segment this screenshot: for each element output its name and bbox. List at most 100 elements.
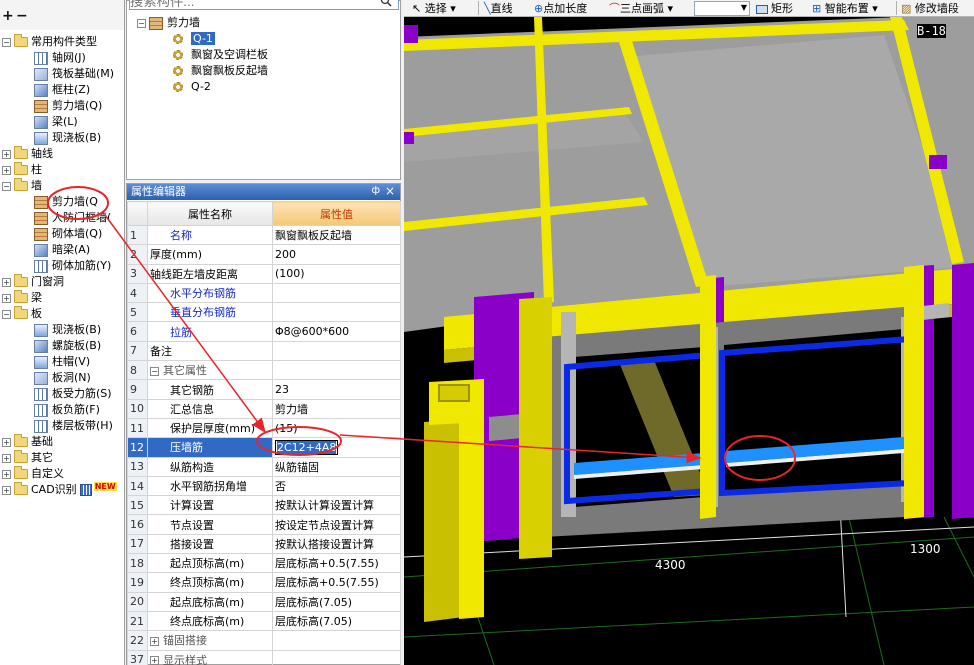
tree-item-spiral-slab[interactable]: 螺旋板(B) — [34, 338, 101, 354]
property-value[interactable]: 飘窗飘板反起墙 — [272, 224, 401, 246]
expand-icon[interactable]: + — [2, 293, 11, 303]
property-row[interactable]: 16 节点设置 按设定节点设置计算 — [127, 514, 401, 535]
property-value[interactable]: 剪力墙 — [272, 398, 401, 419]
tree-item-beam[interactable]: 梁(L) — [34, 114, 78, 130]
property-value[interactable] — [272, 340, 401, 362]
tree-item-grid[interactable]: 轴网(J) — [34, 50, 86, 66]
property-value[interactable]: 层底标高+0.5(7.55) — [272, 553, 401, 574]
tree-item-raft[interactable]: 筏板基础(M) — [34, 66, 114, 82]
property-value[interactable]: 纵筋锚固 — [272, 456, 401, 477]
tree-node-other[interactable]: + 其它 — [2, 450, 53, 466]
expand-icon[interactable]: + — [150, 656, 159, 665]
select-tool[interactable]: ↖ 选择 ▾ — [412, 1, 456, 16]
tree-node-custom[interactable]: + 自定义 — [2, 466, 64, 482]
property-row[interactable]: 18 起点顶标高(m) 层底标高+0.5(7.55) — [127, 553, 401, 574]
modify-wall-segment-tool[interactable]: ▨ 修改墙段 — [901, 1, 959, 16]
tree-item-slab-strip[interactable]: 楼层板带(H) — [34, 418, 113, 434]
close-icon[interactable]: × — [385, 184, 395, 198]
component-item-q1[interactable]: Q-1 — [173, 31, 215, 47]
property-value[interactable]: 200 — [272, 244, 401, 265]
property-value[interactable]: 否 — [272, 475, 401, 497]
property-row[interactable]: 14 水平钢筋拐角增 否 — [127, 475, 401, 497]
collapse-all-button[interactable]: − — [16, 9, 28, 23]
property-value[interactable] — [272, 360, 401, 381]
expand-all-button[interactable]: + — [2, 9, 14, 23]
tree-node-column[interactable]: + 柱 — [2, 162, 42, 178]
tree-item-cast-slab-2[interactable]: 现浇板(B) — [34, 322, 101, 338]
expand-icon[interactable]: + — [2, 453, 11, 463]
collapse-icon[interactable]: − — [2, 37, 11, 47]
property-row[interactable]: 37 + 显示样式 — [127, 649, 401, 665]
tree-node-slab[interactable]: − 板 — [2, 306, 42, 322]
tree-item-column-cap[interactable]: 柱帽(V) — [34, 354, 90, 370]
property-value[interactable]: 层底标高+0.5(7.55) — [272, 572, 401, 593]
property-value[interactable]: 2C12+4A8 — [272, 437, 401, 458]
property-row[interactable]: 8− 其它属性 — [127, 360, 401, 381]
property-value[interactable]: 层底标高(7.05) — [272, 610, 401, 632]
component-item-q2[interactable]: Q-2 — [173, 79, 211, 95]
collapse-icon[interactable]: − — [2, 309, 11, 319]
property-row[interactable]: 21 终点底标高(m) 层底标高(7.05) — [127, 610, 401, 632]
property-row[interactable]: 11 保护层厚度(mm) (15) — [127, 417, 401, 439]
property-value[interactable]: (15) — [272, 417, 401, 439]
search-icon[interactable] — [380, 0, 392, 7]
expand-icon[interactable]: + — [2, 165, 11, 175]
collapse-icon[interactable]: − — [137, 18, 146, 28]
component-search-input[interactable] — [129, 0, 399, 10]
expand-icon[interactable]: + — [2, 149, 11, 159]
component-root-shear-wall[interactable]: − 剪力墙 — [137, 15, 200, 31]
tree-item-slab-hole[interactable]: 板洞(N) — [34, 370, 91, 386]
property-row[interactable]: 12 压墙筋 2C12+4A8 — [127, 437, 401, 458]
collapse-icon[interactable]: − — [150, 366, 159, 376]
property-row[interactable]: 4 水平分布钢筋 — [127, 282, 401, 304]
property-value[interactable]: 按设定节点设置计算 — [272, 514, 401, 535]
property-row[interactable]: 3 轴线距左墙皮距离 (100) — [127, 263, 401, 284]
property-row[interactable]: 19 终点顶标高(m) 层底标高+0.5(7.55) — [127, 572, 401, 593]
property-value-editor[interactable]: 2C12+4A8 — [275, 439, 339, 455]
expand-icon[interactable]: + — [2, 485, 11, 495]
collapse-icon[interactable]: − — [2, 181, 11, 191]
property-row[interactable]: 15 计算设置 按默认计算设置计算 — [127, 495, 401, 516]
property-value[interactable] — [272, 302, 401, 323]
tree-item-civil-defense-wall[interactable]: 人防门框墙( — [34, 210, 111, 226]
property-row[interactable]: 10 汇总信息 剪力墙 — [127, 398, 401, 419]
tree-item-shear-wall[interactable]: 剪力墙(Q) — [34, 98, 102, 114]
property-row[interactable]: 9 其它钢筋 23 — [127, 379, 401, 400]
property-value[interactable]: 按默认搭接设置计算 — [272, 533, 401, 555]
property-row[interactable]: 6 拉筋 Φ8@600*600 — [127, 321, 401, 342]
property-row[interactable]: 5 垂直分布钢筋 — [127, 302, 401, 323]
expand-icon[interactable]: + — [2, 277, 11, 287]
tree-node-cad[interactable]: + CAD识别 NEW — [2, 482, 117, 498]
property-row[interactable]: 17 搭接设置 按默认搭接设置计算 — [127, 533, 401, 555]
tree-item-cast-slab[interactable]: 现浇板(B) — [34, 130, 101, 146]
tree-item-masonry-rebar[interactable]: 砌体加筋(Y) — [34, 258, 111, 274]
pin-icon[interactable]: ф — [371, 185, 380, 196]
expand-icon[interactable]: + — [2, 437, 11, 447]
property-value[interactable]: 层底标高(7.05) — [272, 591, 401, 612]
property-row[interactable]: 7 备注 — [127, 340, 401, 362]
property-value[interactable]: 按默认计算设置计算 — [272, 495, 401, 516]
point-length-tool[interactable]: ⊕点加长度 — [534, 1, 587, 16]
tree-node-foundation[interactable]: + 基础 — [2, 434, 53, 450]
property-value[interactable] — [272, 282, 401, 304]
tree-item-slab-neg-rebar[interactable]: 板负筋(F) — [34, 402, 100, 418]
tree-node-beam[interactable]: + 梁 — [2, 290, 42, 306]
property-row[interactable]: 13 纵筋构造 纵筋锚固 — [127, 456, 401, 477]
line-tool[interactable]: ╲直线 — [484, 1, 513, 16]
rectangle-tool[interactable]: 矩形 — [756, 1, 793, 16]
property-value[interactable]: (100) — [272, 263, 401, 284]
tree-item-shear-wall-selected[interactable]: 剪力墙(Q — [34, 194, 98, 210]
draw-mode-dropdown[interactable]: ▼ — [694, 1, 750, 16]
property-row[interactable]: 20 起点底标高(m) 层底标高(7.05) — [127, 591, 401, 612]
tree-node-door-window[interactable]: + 门窗洞 — [2, 274, 64, 290]
three-point-arc-tool[interactable]: ⌒三点画弧 ▾ — [609, 1, 673, 16]
tree-node-common-types[interactable]: − 常用构件类型 — [2, 34, 97, 50]
3d-viewport[interactable]: B-18 4300 1300 — [404, 17, 974, 665]
property-value[interactable] — [272, 630, 401, 651]
property-row[interactable]: 22 + 锚固搭接 — [127, 630, 401, 651]
smart-place-tool[interactable]: ⊞ 智能布置 ▾ — [812, 1, 878, 16]
tree-item-frame-column[interactable]: 框柱(Z) — [34, 82, 90, 98]
tree-item-masonry-wall[interactable]: 砌体墙(Q) — [34, 226, 102, 242]
component-item-bay-window-rail[interactable]: 飘窗及空调栏板 — [173, 47, 268, 63]
expand-icon[interactable]: + — [150, 636, 159, 646]
